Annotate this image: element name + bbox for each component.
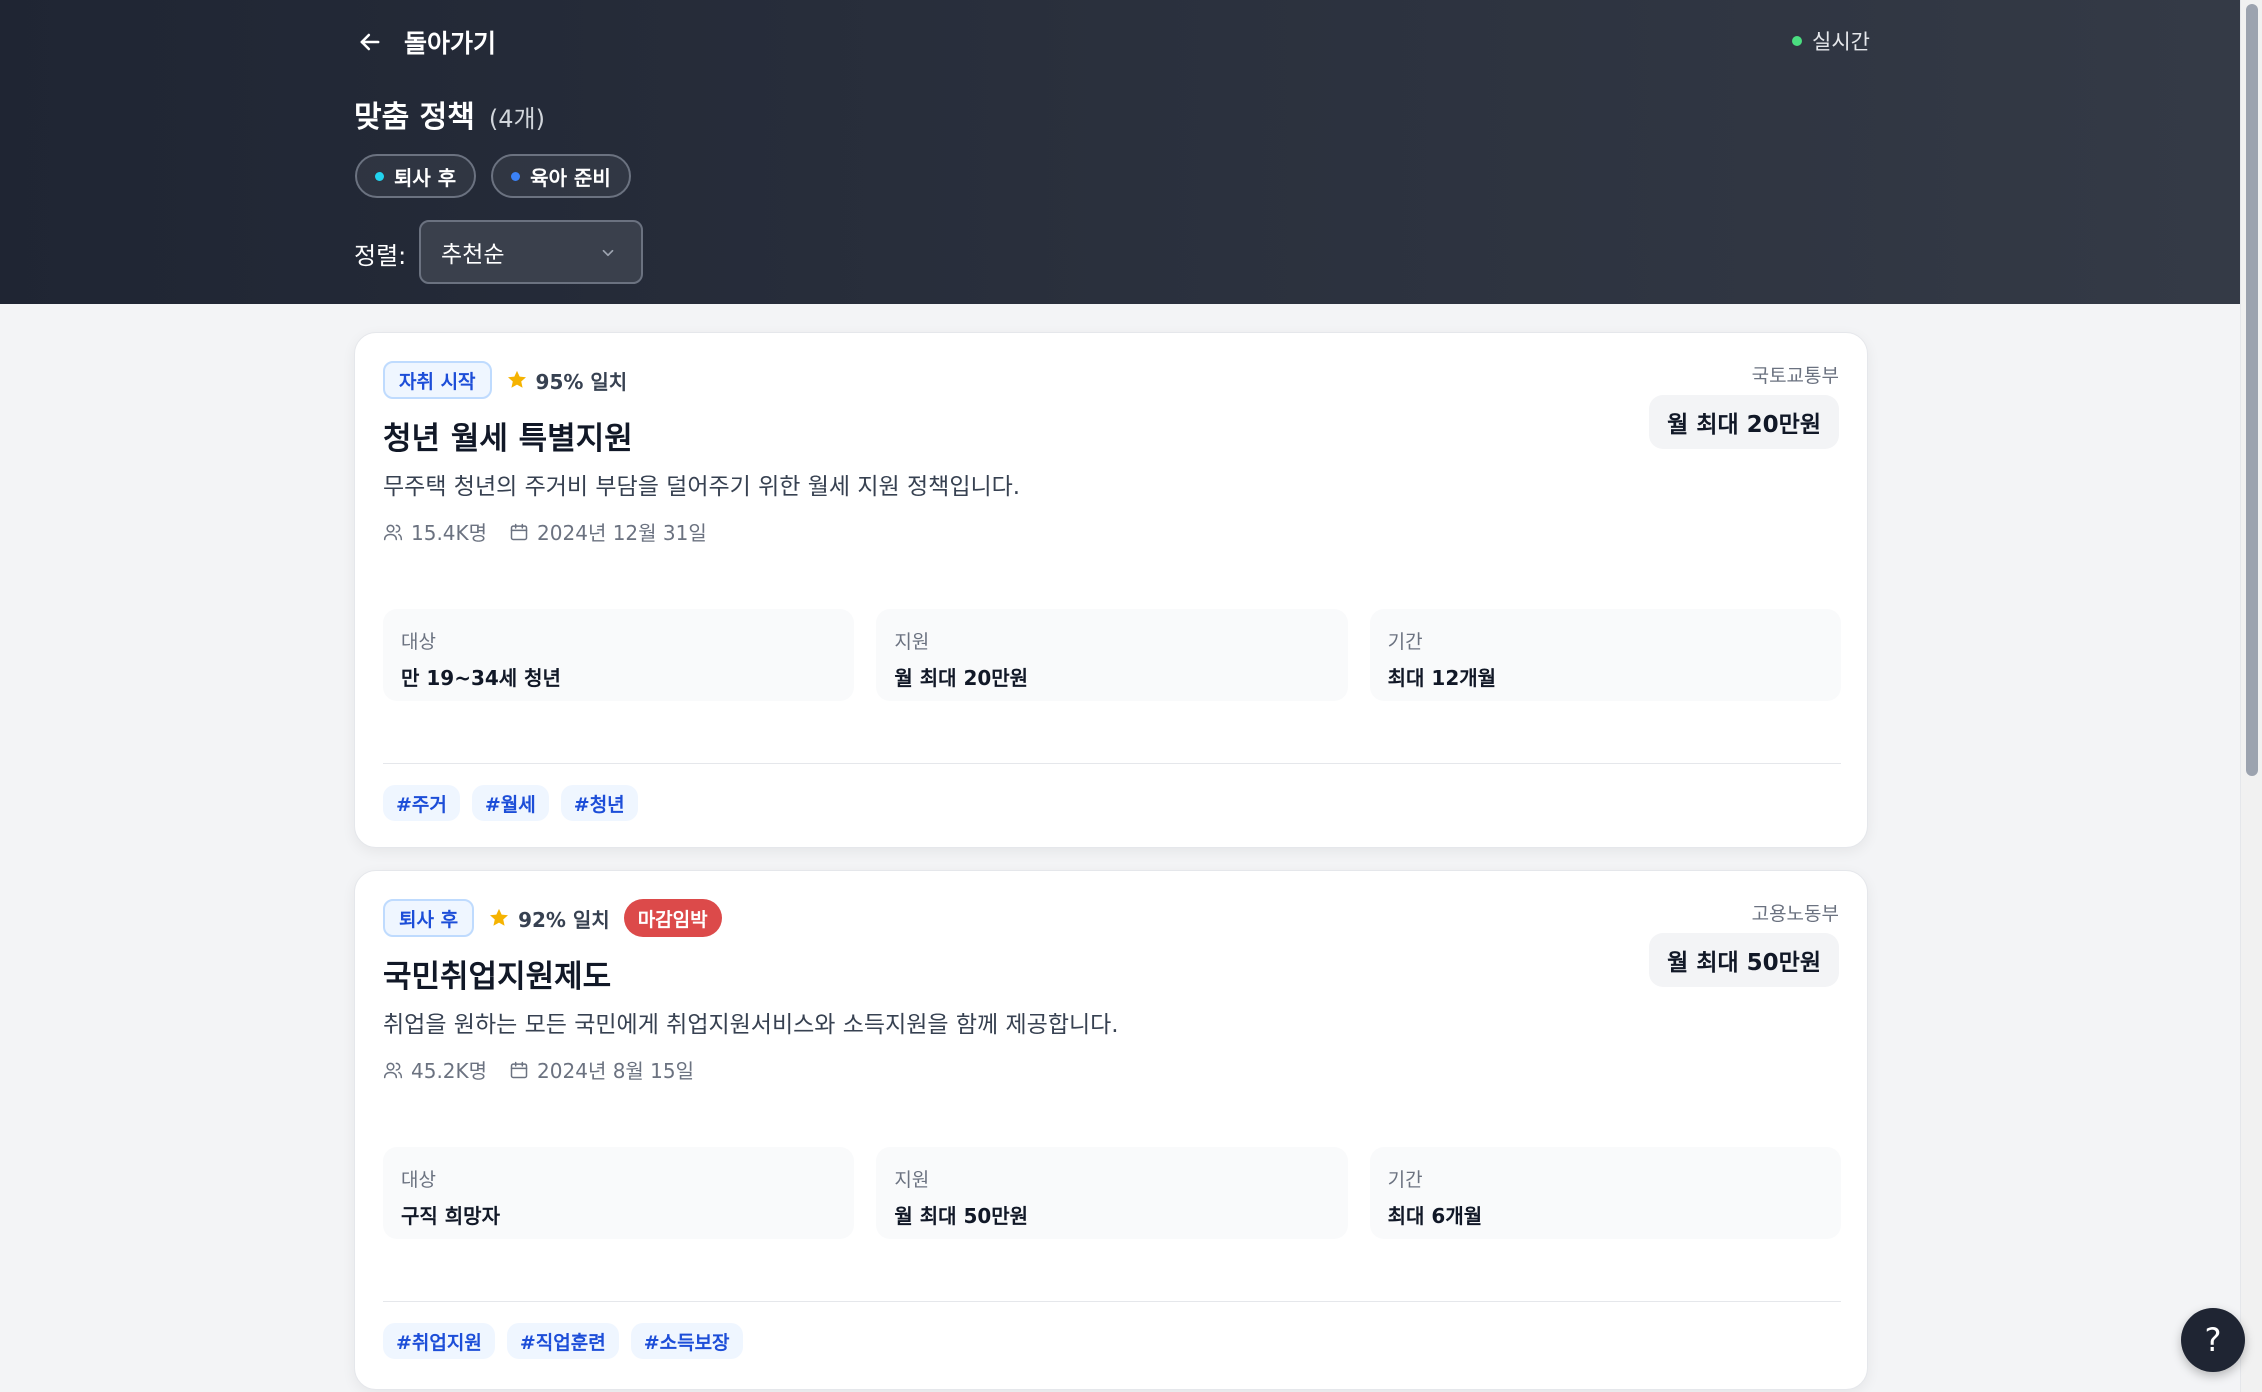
ministry-label: 고용노동부 xyxy=(1751,903,1839,925)
info-period: 기간 최대 12개월 xyxy=(1369,609,1841,701)
policy-card[interactable]: 자취 시작 95% 일치 청년 월세 특별지원 무주택 청년의 주거비 부담을 … xyxy=(354,332,1868,848)
info-value: 최대 12개월 xyxy=(1387,666,1497,690)
tag[interactable]: #청년 xyxy=(560,785,638,821)
ministry-label: 국토교통부 xyxy=(1751,365,1839,387)
info-value: 월 최대 50만원 xyxy=(894,1204,1029,1228)
policy-title: 청년 월세 특별지원 xyxy=(383,421,633,457)
sort-select[interactable]: 추천순 xyxy=(419,220,643,284)
filter-chip-label: 퇴사 후 xyxy=(394,165,457,190)
filter-chip-label: 육아 준비 xyxy=(530,165,611,190)
support-amount-badge: 월 최대 50만원 xyxy=(1649,933,1839,987)
policy-title: 국민취업지원제도 xyxy=(383,959,612,995)
deadline: 2024년 12월 31일 xyxy=(509,517,707,546)
info-label: 기간 xyxy=(1387,1169,1423,1191)
info-value: 구직 희망자 xyxy=(401,1204,500,1228)
info-label: 대상 xyxy=(401,631,436,653)
live-label: 실시간 xyxy=(1812,30,1870,54)
help-button[interactable]: ? xyxy=(2181,1308,2245,1372)
star-icon xyxy=(507,370,526,388)
info-value: 만 19~34세 청년 xyxy=(401,666,561,690)
chevron-down-icon xyxy=(602,249,614,257)
deadline-date: 2024년 8월 15일 xyxy=(537,1059,695,1083)
urgent-badge: 마감임박 xyxy=(623,899,722,937)
participants: 15.4K명 xyxy=(383,517,487,546)
match-score: 92% 일치 xyxy=(488,904,610,933)
info-target: 대상 만 19~34세 청년 xyxy=(383,609,855,701)
calendar-icon xyxy=(510,1061,528,1078)
info-target: 대상 구직 희망자 xyxy=(383,1147,855,1239)
users-icon xyxy=(383,524,403,540)
policy-info-grid: 대상 만 19~34세 청년 지원 월 최대 20만원 기간 최대 12개월 xyxy=(383,609,1841,701)
category-badge: 퇴사 후 xyxy=(383,899,475,937)
policy-count: (4개) xyxy=(488,105,545,133)
deadline: 2024년 8월 15일 xyxy=(509,1055,694,1084)
match-label: 95% 일치 xyxy=(535,369,628,394)
filter-chip-resign[interactable]: 퇴사 후 xyxy=(355,154,477,198)
live-dot-icon xyxy=(1792,36,1802,46)
divider xyxy=(383,763,1841,764)
card-badges: 퇴사 후 92% 일치 마감임박 xyxy=(383,899,722,937)
info-label: 대상 xyxy=(401,1169,436,1191)
scrollbar[interactable] xyxy=(2240,0,2262,1392)
support-amount-badge: 월 최대 20만원 xyxy=(1649,395,1839,449)
info-value: 최대 6개월 xyxy=(1387,1204,1483,1228)
tag[interactable]: #취업지원 xyxy=(383,1323,495,1359)
tag[interactable]: #소득보장 xyxy=(630,1323,743,1359)
tag[interactable]: #월세 xyxy=(471,785,549,821)
policy-description: 취업을 원하는 모든 국민에게 취업지원서비스와 소득지원을 함께 제공합니다. xyxy=(383,1012,1119,1038)
info-value: 월 최대 20만원 xyxy=(894,666,1029,690)
deadline-date: 2024년 12월 31일 xyxy=(537,521,707,545)
policy-description: 무주택 청년의 주거비 부담을 덜어주기 위한 월세 지원 정책입니다. xyxy=(383,474,1021,500)
back-label: 돌아가기 xyxy=(404,29,497,58)
tag-list: #취업지원 #직업훈련 #소득보장 xyxy=(383,1323,743,1359)
star-icon xyxy=(490,908,509,926)
match-label: 92% 일치 xyxy=(518,907,610,932)
sort-label: 정렬: xyxy=(354,242,407,270)
dot-icon xyxy=(375,171,384,181)
page-title: 맞춤 정책 xyxy=(354,100,475,135)
match-score: 95% 일치 xyxy=(506,366,628,395)
users-icon xyxy=(383,1062,403,1078)
info-support: 지원 월 최대 50만원 xyxy=(876,1147,1348,1239)
info-label: 지원 xyxy=(894,1169,930,1191)
divider xyxy=(383,1301,1841,1302)
page-title-row: 맞춤 정책 (4개) xyxy=(354,92,545,136)
card-badges: 자취 시작 95% 일치 xyxy=(383,361,627,399)
tag[interactable]: #주거 xyxy=(383,785,460,821)
scrollbar-thumb[interactable] xyxy=(2246,4,2258,776)
live-status: 실시간 xyxy=(1792,26,1870,56)
filter-chips: 퇴사 후 육아 준비 xyxy=(355,154,631,198)
info-label: 기간 xyxy=(1387,631,1423,653)
back-button[interactable]: 돌아가기 xyxy=(356,22,496,62)
info-period: 기간 최대 6개월 xyxy=(1369,1147,1841,1239)
calendar-icon xyxy=(510,523,528,540)
tag-list: #주거 #월세 #청년 xyxy=(383,785,638,821)
sort-value: 추천순 xyxy=(441,242,505,268)
policy-meta: 45.2K명 2024년 8월 15일 xyxy=(383,1055,694,1084)
participants-count: 15.4K명 xyxy=(411,521,488,545)
page-header: 돌아가기 실시간 맞춤 정책 (4개) 퇴사 후 육아 준비 정렬: 추천순 xyxy=(0,0,2240,304)
participants-count: 45.2K명 xyxy=(411,1059,488,1083)
policy-info-grid: 대상 구직 희망자 지원 월 최대 50만원 기간 최대 6개월 xyxy=(383,1147,1841,1239)
category-badge: 자취 시작 xyxy=(383,361,492,399)
tag[interactable]: #직업훈련 xyxy=(506,1323,619,1359)
participants: 45.2K명 xyxy=(383,1055,487,1084)
policy-meta: 15.4K명 2024년 12월 31일 xyxy=(383,517,707,546)
info-support: 지원 월 최대 20만원 xyxy=(876,609,1348,701)
filter-chip-parenting[interactable]: 육아 준비 xyxy=(491,154,631,198)
info-label: 지원 xyxy=(894,631,930,653)
dot-icon xyxy=(511,171,521,181)
arrow-left-icon xyxy=(360,33,380,51)
policy-card[interactable]: 퇴사 후 92% 일치 마감임박 국민취업지원제도 취업을 원하는 모든 국민에… xyxy=(354,870,1868,1390)
